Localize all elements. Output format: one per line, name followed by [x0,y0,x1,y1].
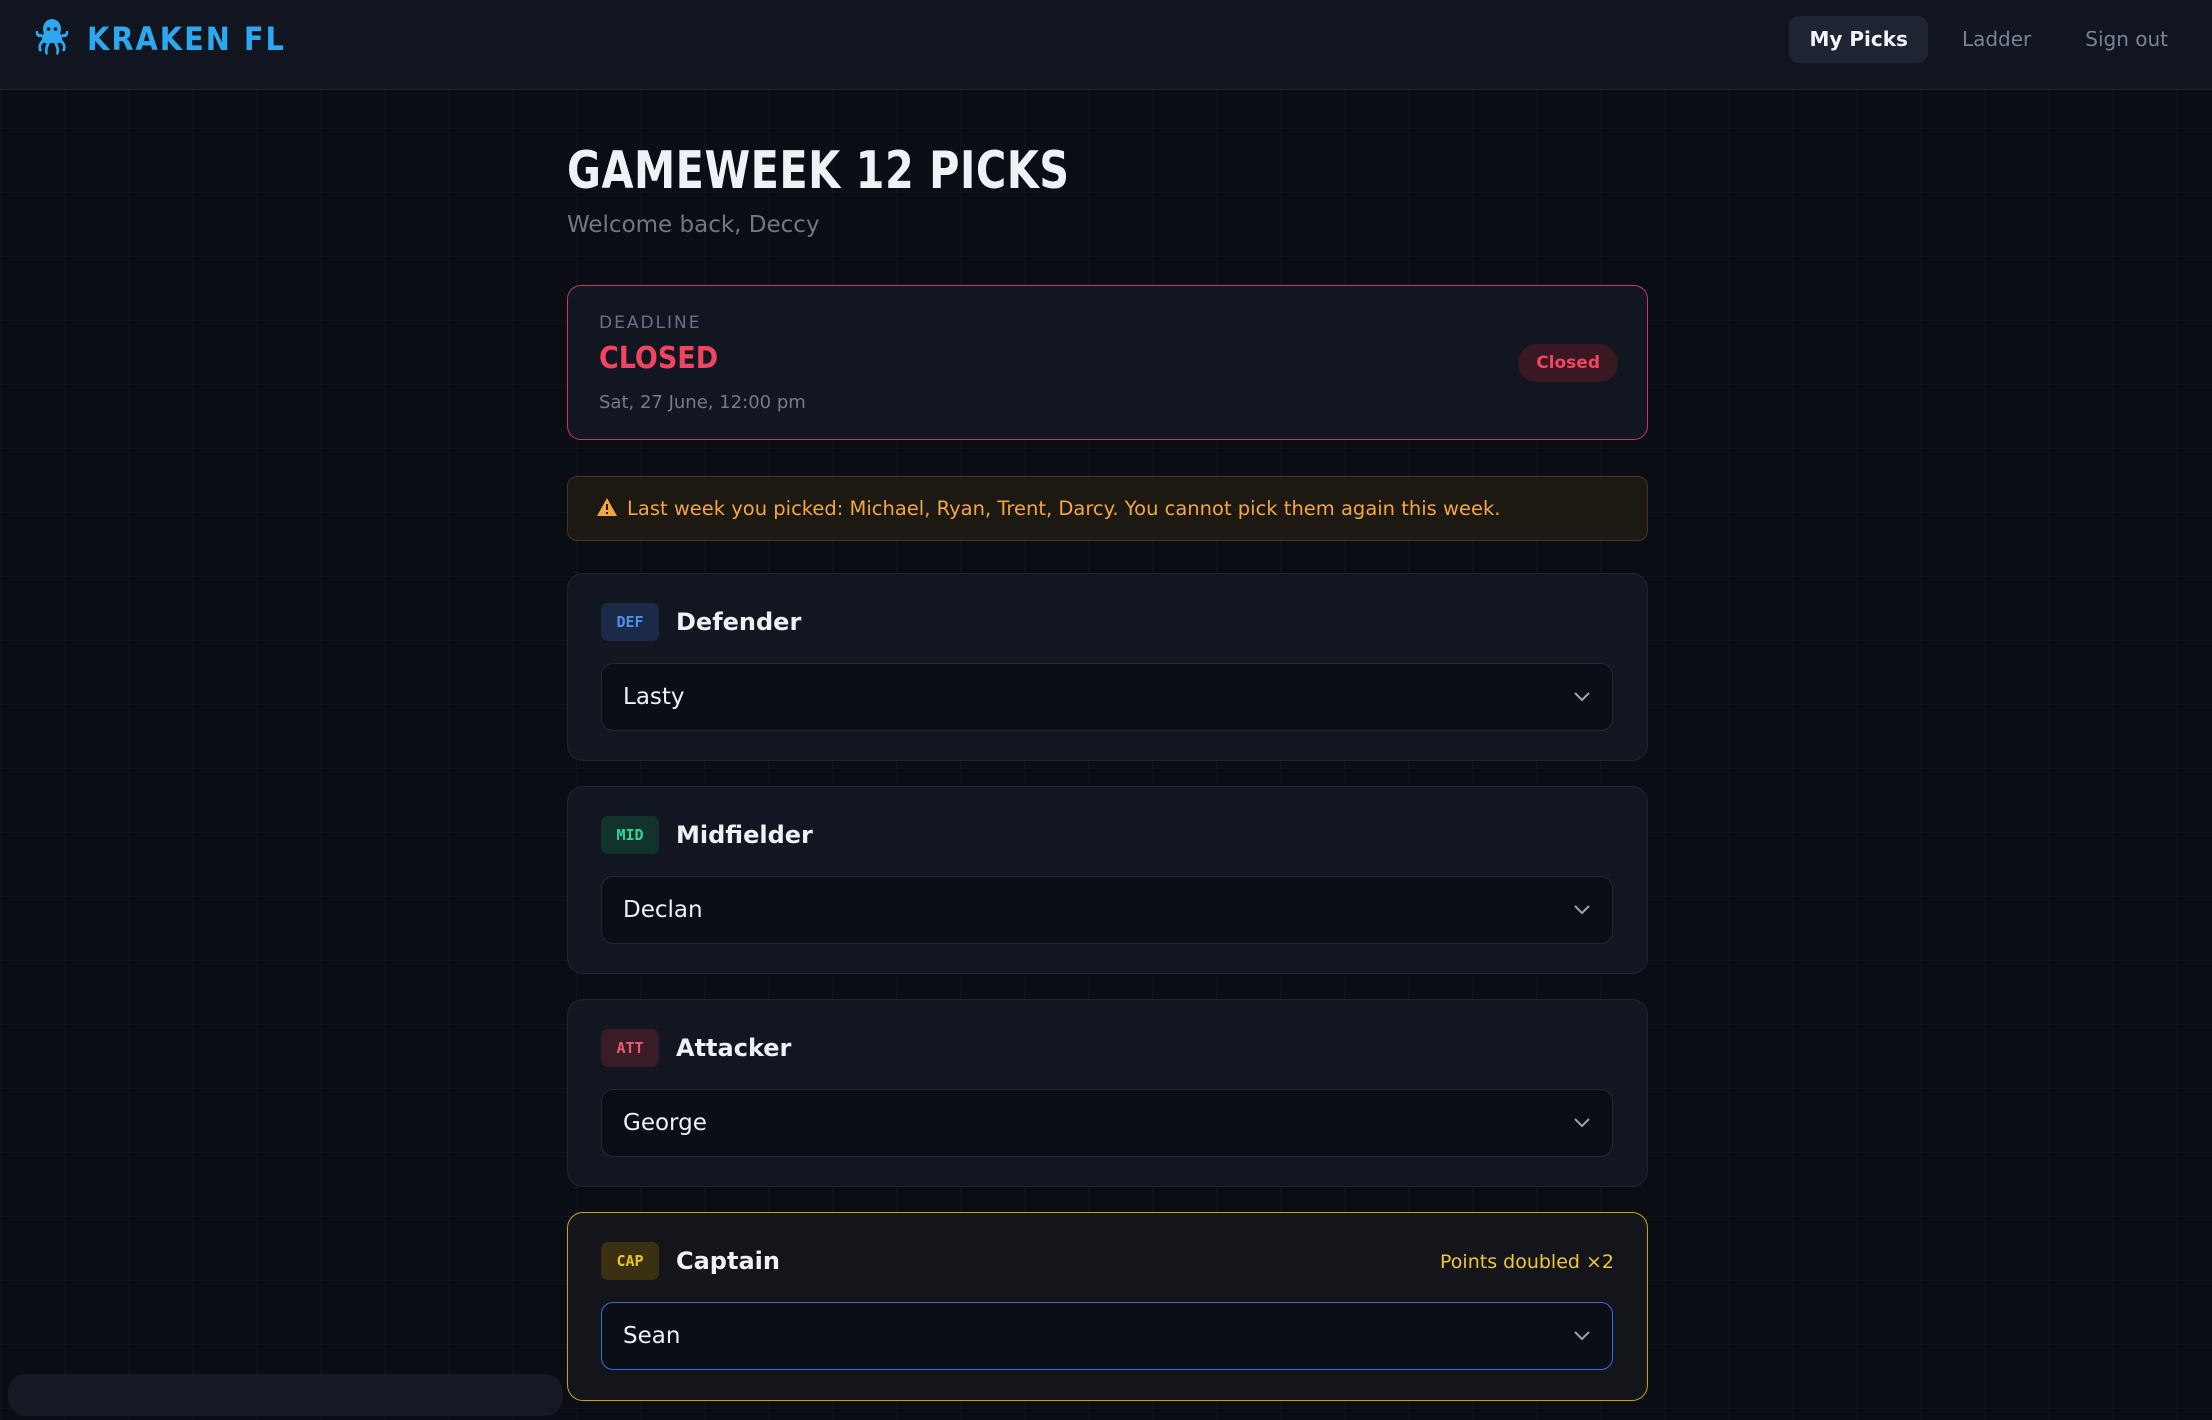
position-tag-mid: MID [601,816,659,854]
bottom-overlay [8,1374,563,1416]
deadline-label: DEADLINE [599,313,702,333]
brand[interactable]: KRAKEN FL [34,18,286,60]
status-badge: Closed [1518,344,1618,382]
page-title: GAMEWEEK 12 PICKS [567,140,1070,201]
pick-title: Attacker [676,1034,792,1062]
warning-text: Last week you picked: Michael, Ryan, Tre… [627,497,1501,520]
deadline-date: Sat, 27 June, 12:00 pm [599,392,806,413]
captain-multiplier-note: Points doubled ×2 [1440,1251,1614,1273]
attacker-select[interactable]: George [601,1089,1613,1157]
select-value: Declan [623,897,703,923]
position-tag-def: DEF [601,603,659,641]
pick-title: Captain [676,1247,780,1275]
chevron-down-icon [1574,1331,1590,1341]
chevron-down-icon [1574,1118,1590,1128]
welcome-text: Welcome back, Deccy [567,212,820,238]
previous-picks-warning: Last week you picked: Michael, Ryan, Tre… [567,476,1648,541]
pick-card-midfielder: MID Midfielder Declan [567,786,1648,974]
pick-title: Defender [676,608,802,636]
top-navbar: KRAKEN FL My Picks Ladder Sign out [0,0,2212,90]
chevron-down-icon [1574,905,1590,915]
deadline-card: DEADLINE CLOSED Sat, 27 June, 12:00 pm C… [567,285,1648,440]
nav-ladder[interactable]: Ladder [1942,16,2051,63]
nav-my-picks[interactable]: My Picks [1789,16,1928,63]
warning-icon [596,497,618,521]
select-value: Sean [623,1323,681,1349]
main-nav: My Picks Ladder Sign out [1775,16,2188,63]
position-tag-att: ATT [601,1029,659,1067]
chevron-down-icon [1574,692,1590,702]
deadline-status: CLOSED [599,341,719,376]
kraken-icon [34,17,70,61]
position-tag-cap: CAP [601,1242,659,1280]
nav-sign-out[interactable]: Sign out [2065,16,2188,63]
brand-name: KRAKEN FL [87,20,286,58]
pick-card-defender: DEF Defender Lasty [567,573,1648,761]
defender-select[interactable]: Lasty [601,663,1613,731]
select-value: Lasty [623,684,685,710]
pick-title: Midfielder [676,821,813,849]
captain-select[interactable]: Sean [601,1302,1613,1370]
pick-card-captain: CAP Captain Points doubled ×2 Sean [567,1212,1648,1401]
select-value: George [623,1110,707,1136]
midfielder-select[interactable]: Declan [601,876,1613,944]
pick-card-attacker: ATT Attacker George [567,999,1648,1187]
